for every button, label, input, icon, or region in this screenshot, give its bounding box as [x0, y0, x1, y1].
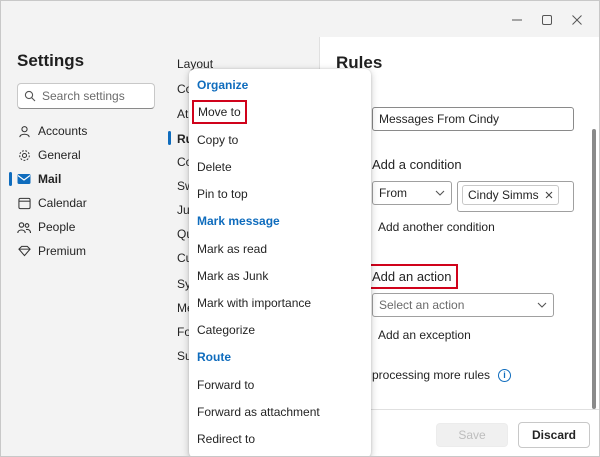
stop-processing-option[interactable]: p processing more rules i	[362, 368, 512, 382]
chevron-down-icon	[435, 190, 445, 196]
add-exception-link[interactable]: Add an exception	[378, 328, 471, 342]
menu-group-route: Route	[197, 350, 231, 364]
action-select[interactable]: Select an action	[372, 293, 554, 317]
settings-title: Settings	[17, 51, 85, 70]
nav-item-mail[interactable]: Mail	[1, 167, 161, 191]
search-icon	[24, 90, 36, 102]
discard-button[interactable]: Discard	[518, 422, 590, 448]
maximize-icon[interactable]	[538, 11, 556, 29]
info-icon[interactable]: i	[498, 368, 512, 382]
mail-item[interactable]: Ju	[177, 203, 190, 217]
menu-group-mark: Mark message	[197, 214, 280, 228]
add-condition-link[interactable]: Add another condition	[378, 220, 495, 234]
menu-item-move-to[interactable]: Move to	[192, 100, 247, 124]
diamond-icon	[17, 244, 31, 258]
person-icon	[17, 124, 31, 138]
search-input[interactable]: Search settings	[17, 83, 155, 109]
active-indicator	[168, 131, 171, 145]
menu-group-organize: Organize	[197, 78, 249, 92]
calendar-icon	[17, 196, 31, 210]
nav-item-label: Mail	[38, 172, 62, 186]
nav-item-label: Calendar	[38, 196, 87, 210]
menu-item-mark-as-junk[interactable]: Mark as Junk	[197, 269, 268, 283]
nav-item-accounts[interactable]: Accounts	[1, 119, 161, 143]
stop-processing-label: p processing more rules	[362, 368, 491, 382]
chip-label: Cindy Simms	[468, 188, 539, 202]
remove-icon[interactable]	[545, 191, 553, 199]
nav-item-label: General	[38, 148, 81, 162]
action-heading: Add an action	[366, 264, 458, 289]
menu-item-redirect-to[interactable]: Redirect to	[197, 432, 255, 446]
menu-item-forward-to[interactable]: Forward to	[197, 378, 254, 392]
settings-window: Settings Search settings Accounts Genera…	[0, 0, 600, 457]
search-placeholder: Search settings	[42, 89, 125, 103]
menu-item-mark-importance[interactable]: Mark with importance	[197, 296, 311, 310]
nav-item-people[interactable]: People	[1, 215, 161, 239]
condition-select-value: From	[379, 186, 407, 200]
close-icon[interactable]	[568, 11, 586, 29]
condition-heading: Add a condition	[372, 157, 462, 172]
nav-item-label: Premium	[38, 244, 87, 258]
mail-icon	[17, 172, 31, 186]
menu-item-copy-to[interactable]: Copy to	[197, 133, 238, 147]
scrollbar[interactable]	[592, 129, 596, 409]
minimize-icon[interactable]	[508, 11, 526, 29]
menu-item-delete[interactable]: Delete	[197, 160, 232, 174]
nav-item-general[interactable]: General	[1, 143, 161, 167]
save-button[interactable]: Save	[436, 423, 508, 447]
nav-item-premium[interactable]: Premium	[1, 239, 161, 263]
menu-item-mark-as-read[interactable]: Mark as read	[197, 242, 267, 256]
gear-icon	[17, 148, 31, 162]
settings-nav: Accounts General Mail Calendar People Pr…	[1, 119, 161, 263]
action-select-placeholder: Select an action	[379, 298, 465, 312]
condition-select[interactable]: From	[372, 181, 452, 205]
recipient-chip: Cindy Simms	[462, 185, 559, 205]
mail-item[interactable]: At	[177, 107, 188, 121]
nav-item-label: People	[38, 220, 76, 234]
action-dropdown-menu: Organize Move to Copy to Delete Pin to t…	[189, 69, 371, 456]
nav-item-label: Accounts	[38, 124, 88, 138]
menu-item-pin-to-top[interactable]: Pin to top	[197, 187, 248, 201]
menu-item-forward-attachment[interactable]: Forward as attachment	[197, 405, 320, 419]
rule-name-input[interactable]: Messages From Cindy	[372, 107, 574, 131]
condition-value-field[interactable]: Cindy Simms	[457, 181, 574, 212]
nav-item-calendar[interactable]: Calendar	[1, 191, 161, 215]
menu-item-categorize[interactable]: Categorize	[197, 323, 255, 337]
chevron-down-icon	[537, 302, 547, 308]
people-icon	[17, 220, 31, 234]
